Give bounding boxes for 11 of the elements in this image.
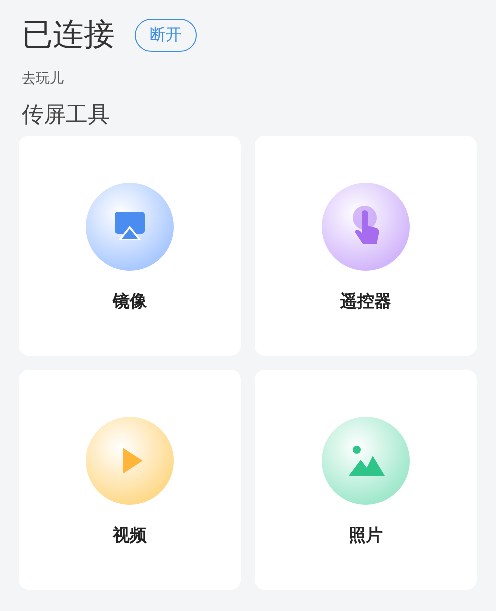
- tool-card[interactable]: 视频: [19, 370, 241, 590]
- tool-label: 镜像: [113, 291, 147, 313]
- section-title: 传屏工具: [22, 102, 111, 130]
- tool-label: 遥控器: [340, 291, 392, 313]
- device-name: 去玩儿: [22, 70, 65, 88]
- tool-card[interactable]: 镜像: [19, 136, 241, 356]
- tool-card[interactable]: 照片: [255, 370, 477, 590]
- tool-card[interactable]: 遥控器: [255, 136, 477, 356]
- tool-label: 视频: [113, 525, 147, 547]
- connection-status: 已连接: [22, 16, 115, 55]
- tool-label: 照片: [349, 525, 383, 547]
